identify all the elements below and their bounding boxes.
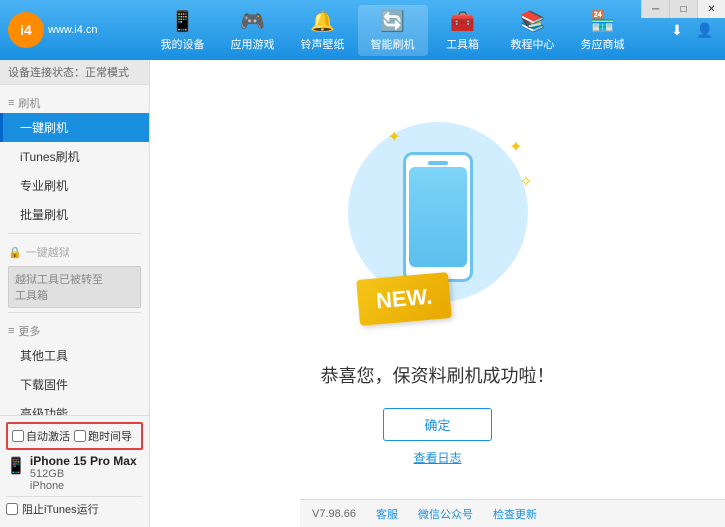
logo-icon: i4 <box>8 12 44 48</box>
my-device-icon: 📱 <box>170 9 195 34</box>
phone-shape <box>403 152 473 282</box>
sidebar: 设备连接状态：正常模式 ≡ 刷机 一键刷机 iTunes刷机 专业刷机 批量刷机 <box>0 60 150 527</box>
service-icon: 🏪 <box>590 9 615 34</box>
apps-games-icon: 🎮 <box>240 9 265 34</box>
sidebar-item-one-key-flash[interactable]: 一键刷机 <box>0 113 149 142</box>
download-button[interactable]: ⬇ <box>665 18 689 42</box>
version-label: V7.98.66 <box>312 508 356 520</box>
window-title-bar: ─ □ ✕ <box>641 0 725 18</box>
sidebar-item-batch-flash[interactable]: 批量刷机 <box>0 200 149 229</box>
footer: V7.98.66 客服 微信公众号 检查更新 <box>300 499 725 527</box>
sidebar-item-advanced[interactable]: 高级功能 <box>0 399 149 415</box>
minimize-button[interactable]: ─ <box>641 0 669 18</box>
device-item: 📱 iPhone 15 Pro Max 512GB iPhone <box>6 450 143 496</box>
divider-2 <box>8 312 141 313</box>
sidebar-content: ≡ 刷机 一键刷机 iTunes刷机 专业刷机 批量刷机 🔒 一键越狱 <box>0 85 149 415</box>
nav-apps-games[interactable]: 🎮 应用游戏 <box>218 5 288 56</box>
close-button[interactable]: ✕ <box>697 0 725 18</box>
header-right: ⬇ 👤 <box>665 18 725 42</box>
toolbox-icon: 🧰 <box>450 9 475 34</box>
phone-notch <box>428 161 448 165</box>
section-more-icon: ≡ <box>8 325 14 337</box>
itunes-row: 阻止iTunes运行 <box>6 496 143 521</box>
new-ribbon-text: NEW. <box>356 272 452 326</box>
phone-illustration: ✦ ✧ ✦ NEW. <box>338 122 538 342</box>
section-flash-icon: ≡ <box>8 97 14 109</box>
nav-ringtone[interactable]: 🔔 铃声壁纸 <box>288 5 358 56</box>
sidebar-bottom: 自动激活 跑时间导 📱 iPhone 15 Pro Max 512GB iPho… <box>0 415 149 527</box>
device-name: iPhone 15 Pro Max <box>30 454 137 468</box>
auto-activate-checkbox[interactable]: 自动激活 <box>12 428 70 444</box>
tutorial-icon: 📚 <box>520 9 545 34</box>
footer-link-update[interactable]: 检查更新 <box>493 506 537 522</box>
sidebar-item-download-firmware[interactable]: 下载固件 <box>0 370 149 399</box>
device-type: iPhone <box>30 480 137 492</box>
user-button[interactable]: 👤 <box>693 18 717 42</box>
breadcrumb: 设备连接状态：正常模式 <box>0 60 149 85</box>
device-info: iPhone 15 Pro Max 512GB iPhone <box>30 454 137 492</box>
logo-area: i4 www.i4.cn <box>0 12 120 48</box>
device-phone-icon: 📱 <box>6 456 26 476</box>
nav-smart-flash[interactable]: 🔄 智能刷机 <box>358 5 428 56</box>
nav-my-device[interactable]: 📱 我的设备 <box>148 5 218 56</box>
content-area: ✦ ✧ ✦ NEW. 恭喜您，保资料刷机成功啦！ 确定 查看日志 V7.98.6… <box>150 60 725 527</box>
section-flash: ≡ 刷机 <box>0 89 149 113</box>
nav-tutorial[interactable]: 📚 教程中心 <box>498 5 568 56</box>
sparkle-icon-3: ✦ <box>388 127 401 147</box>
sparkle-icon-2: ✧ <box>519 172 532 192</box>
footer-link-wechat[interactable]: 微信公众号 <box>418 506 473 522</box>
itunes-label: 阻止iTunes运行 <box>22 501 99 517</box>
jailbreak-disabled-note: 越狱工具已被转至工具箱 <box>8 266 141 308</box>
maximize-button[interactable]: □ <box>669 0 697 18</box>
time-guide-checkbox[interactable]: 跑时间导 <box>74 428 132 444</box>
navigation-tabs: 📱 我的设备 🎮 应用游戏 🔔 铃声壁纸 🔄 智能刷机 🧰 工具箱 📚 教程中心… <box>120 5 665 56</box>
lock-icon: 🔒 <box>8 246 22 259</box>
smart-flash-icon: 🔄 <box>380 9 405 34</box>
auto-options-row: 自动激活 跑时间导 <box>6 422 143 450</box>
confirm-button[interactable]: 确定 <box>383 408 491 441</box>
nav-service[interactable]: 🏪 务应商城 <box>568 5 638 56</box>
logo-text: www.i4.cn <box>48 23 98 37</box>
nav-toolbox[interactable]: 🧰 工具箱 <box>428 5 498 56</box>
new-badge: NEW. <box>358 276 450 322</box>
sidebar-item-other-tools[interactable]: 其他工具 <box>0 341 149 370</box>
divider-1 <box>8 233 141 234</box>
section-jailbreak: 🔒 一键越狱 <box>0 238 149 262</box>
time-guide-input[interactable] <box>74 430 86 442</box>
sidebar-item-itunes-flash[interactable]: iTunes刷机 <box>0 142 149 171</box>
phone-screen <box>409 167 467 267</box>
ringtone-icon: 🔔 <box>310 9 335 34</box>
log-link[interactable]: 查看日志 <box>413 449 461 466</box>
main-layout: 设备连接状态：正常模式 ≡ 刷机 一键刷机 iTunes刷机 专业刷机 批量刷机 <box>0 60 725 527</box>
itunes-checkbox[interactable] <box>6 503 18 515</box>
sidebar-item-pro-flash[interactable]: 专业刷机 <box>0 171 149 200</box>
section-more: ≡ 更多 <box>0 317 149 341</box>
sparkle-icon-1: ✦ <box>509 137 522 157</box>
device-storage: 512GB <box>30 468 137 480</box>
auto-activate-input[interactable] <box>12 430 24 442</box>
footer-link-client[interactable]: 客服 <box>376 506 398 522</box>
header: i4 www.i4.cn 📱 我的设备 🎮 应用游戏 🔔 铃声壁纸 🔄 智能刷机… <box>0 0 725 60</box>
success-message: 恭喜您，保资料刷机成功啦！ <box>321 362 555 388</box>
